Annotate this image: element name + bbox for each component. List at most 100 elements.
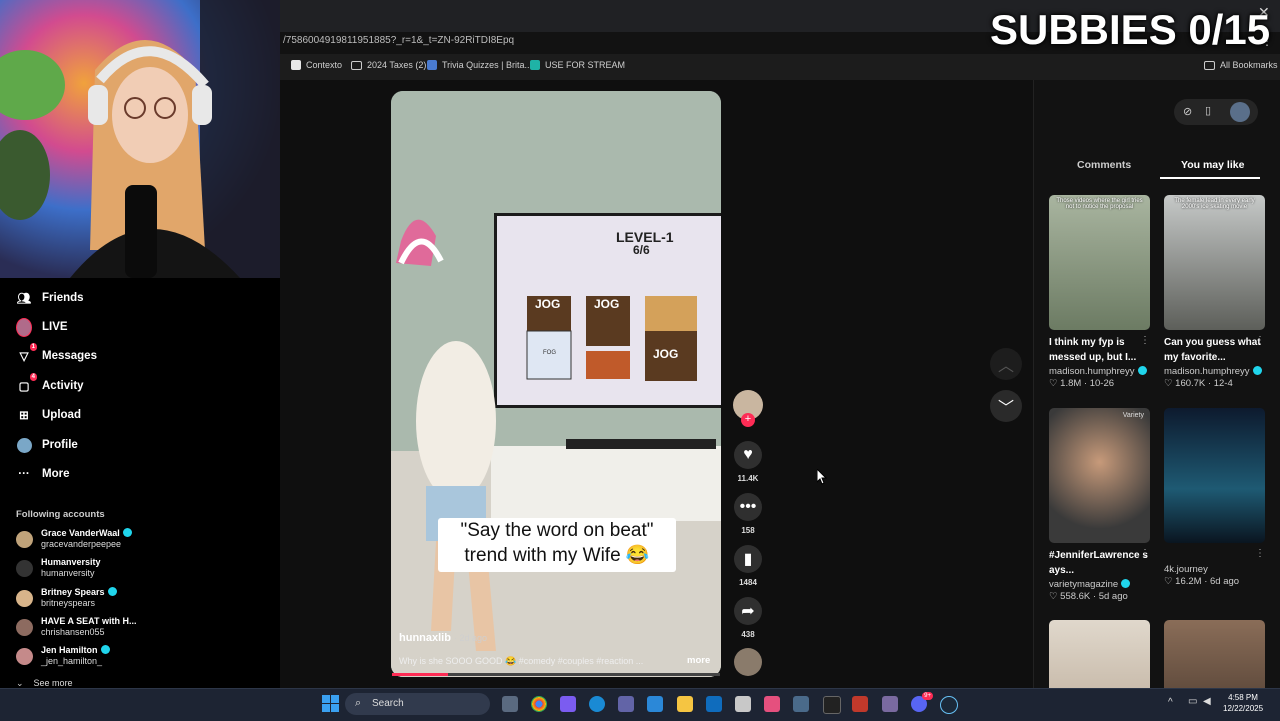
- contexto-icon: [291, 60, 301, 70]
- nav-messages[interactable]: ▽ 1 Messages: [16, 343, 97, 364]
- video-thumbnail[interactable]: [1049, 620, 1150, 688]
- volume-icon[interactable]: ◀: [1203, 696, 1211, 707]
- windows-taskbar: [0, 688, 1280, 721]
- app-icon[interactable]: [852, 696, 868, 712]
- bookmark-trivia[interactable]: Trivia Quizzes | Brita...: [427, 60, 532, 70]
- bookmark-icon: ▮: [734, 545, 762, 573]
- avatar: [16, 618, 33, 636]
- more-icon: ···: [18, 468, 30, 480]
- video-thumbnail[interactable]: Variety: [1049, 408, 1150, 543]
- file-explorer-icon[interactable]: [677, 696, 693, 712]
- avatar[interactable]: [1230, 102, 1250, 122]
- following-account[interactable]: Grace VanderWaal gracevanderpeepee: [16, 528, 132, 550]
- subscriber-goal-overlay: SUBBIES 0/15: [990, 6, 1271, 53]
- tile-label: JOG: [594, 297, 620, 311]
- app-icon[interactable]: [882, 696, 898, 712]
- nav-live[interactable]: LIVE: [16, 317, 68, 337]
- recommended-video-card[interactable]: Those videos where the girl tries not to…: [1049, 195, 1150, 389]
- card-menu-icon[interactable]: ⋮: [1255, 335, 1265, 346]
- photos-icon[interactable]: [647, 696, 663, 712]
- card-menu-icon[interactable]: ⋮: [1140, 548, 1150, 559]
- discord-icon[interactable]: 9+: [911, 692, 933, 712]
- folder-icon: [1204, 60, 1215, 70]
- following-account[interactable]: Humanversity humanversity: [16, 557, 101, 579]
- edge-icon[interactable]: [589, 696, 605, 712]
- video-progress-bar[interactable]: [392, 673, 720, 676]
- bookmark-contexto[interactable]: Contexto: [291, 60, 342, 70]
- recommended-video-card[interactable]: 4k.journey ♡ 16.2M · 6d ago ⋮: [1164, 408, 1265, 587]
- like-button[interactable]: ♥ 11.4K: [733, 441, 763, 483]
- compass-icon[interactable]: ⊘: [1183, 105, 1192, 118]
- verified-icon: [1137, 366, 1147, 375]
- video-thumbnail[interactable]: [1164, 620, 1265, 688]
- comment-button[interactable]: ••• 158: [733, 493, 763, 535]
- following-account[interactable]: HAVE A SEAT with H... chrishansen055: [16, 616, 137, 638]
- teams-icon[interactable]: [618, 696, 634, 712]
- messages-icon: ▽ 1: [19, 343, 37, 363]
- capcut-icon[interactable]: [823, 696, 841, 714]
- tab-you-may-like[interactable]: You may like: [1181, 159, 1244, 171]
- save-button[interactable]: ▮ 1484: [733, 545, 763, 587]
- recommended-video-card[interactable]: [1049, 620, 1150, 688]
- all-bookmarks[interactable]: All Bookmarks: [1204, 60, 1278, 70]
- friends-icon: 👥︎: [16, 293, 32, 305]
- author-avatar-button[interactable]: +: [733, 390, 763, 427]
- bookmark-use-for-stream[interactable]: USE FOR STREAM: [530, 60, 625, 70]
- steam-icon[interactable]: [940, 696, 958, 714]
- share-button[interactable]: ➦ 438: [733, 597, 763, 639]
- webcam-overlay: [0, 0, 280, 278]
- copilot-icon[interactable]: [560, 696, 576, 712]
- tab-comments[interactable]: Comments: [1077, 159, 1131, 171]
- active-tab-underline: [1160, 177, 1260, 179]
- video-author[interactable]: hunnaxlib · 2d ago: [399, 632, 487, 644]
- taskbar-search[interactable]: ⌕ Search: [345, 693, 490, 715]
- video-thumbnail[interactable]: [1164, 408, 1265, 543]
- mail-icon[interactable]: [706, 696, 722, 712]
- comment-icon: •••: [734, 493, 762, 521]
- recommended-video-card[interactable]: The female lead in every early 2000's ic…: [1164, 195, 1265, 389]
- recommended-video-card[interactable]: [1164, 620, 1265, 688]
- avatar: [16, 647, 33, 665]
- following-account[interactable]: Jen Hamilton _jen_hamilton_: [16, 645, 110, 667]
- verified-icon: [122, 528, 132, 537]
- video-thumbnail[interactable]: The female lead in every early 2000's ic…: [1164, 195, 1265, 330]
- nav-profile[interactable]: Profile: [16, 437, 78, 453]
- verified-icon: [100, 645, 110, 654]
- nav-upload[interactable]: ⊞ Upload: [16, 407, 81, 423]
- sound-disc-button[interactable]: [733, 648, 763, 676]
- avatar: [16, 530, 33, 548]
- folder-icon: [351, 60, 362, 70]
- taskbar-clock[interactable]: 4:58 PM 12/22/2025: [1223, 692, 1263, 714]
- app-icon[interactable]: [764, 696, 780, 712]
- music-disc-icon: [734, 648, 762, 676]
- search-icon: ⌕: [355, 697, 362, 709]
- bookmark-taxes[interactable]: 2024 Taxes (2): [351, 60, 426, 70]
- chrome-icon[interactable]: [531, 696, 547, 712]
- nav-activity[interactable]: ▢ 4 Activity: [16, 373, 84, 394]
- chevron-up-icon: ︿: [997, 358, 1014, 375]
- card-menu-icon[interactable]: ⋮: [1140, 335, 1150, 346]
- more-button[interactable]: more: [687, 655, 710, 666]
- network-icon[interactable]: ▭: [1188, 696, 1197, 707]
- nav-friends[interactable]: 👥︎ Friends: [16, 290, 84, 306]
- verified-icon: [107, 587, 117, 596]
- task-view-icon[interactable]: [502, 696, 518, 712]
- recommended-video-card[interactable]: Variety #JenniferLawrence says... variet…: [1049, 408, 1150, 602]
- previous-video-button[interactable]: ︿: [990, 348, 1022, 380]
- store-icon[interactable]: [735, 696, 751, 712]
- address-url[interactable]: /7586004919811951885?_r=1&_t=ZN-92RiTDI8…: [283, 35, 514, 46]
- following-account[interactable]: Britney Spears britneyspears: [16, 587, 117, 609]
- tray-overflow-icon[interactable]: ^: [1168, 697, 1173, 708]
- mouse-cursor-icon: [816, 467, 828, 490]
- windows-start-icon[interactable]: [322, 695, 339, 712]
- following-accounts-title: Following accounts: [16, 509, 105, 520]
- card-menu-icon[interactable]: ⋮: [1255, 548, 1265, 559]
- follow-plus-icon[interactable]: +: [741, 413, 755, 427]
- device-icon[interactable]: ▯: [1205, 104, 1211, 117]
- app-icon[interactable]: [793, 696, 809, 712]
- video-player[interactable]: LEVEL-1 6/6 JOG JOG FOG JOG: [391, 91, 721, 677]
- next-video-button[interactable]: ﹀: [990, 390, 1022, 422]
- game-level-progress: 6/6: [633, 243, 650, 257]
- nav-more[interactable]: ··· More: [16, 466, 69, 482]
- video-thumbnail[interactable]: Those videos where the girl tries not to…: [1049, 195, 1150, 330]
